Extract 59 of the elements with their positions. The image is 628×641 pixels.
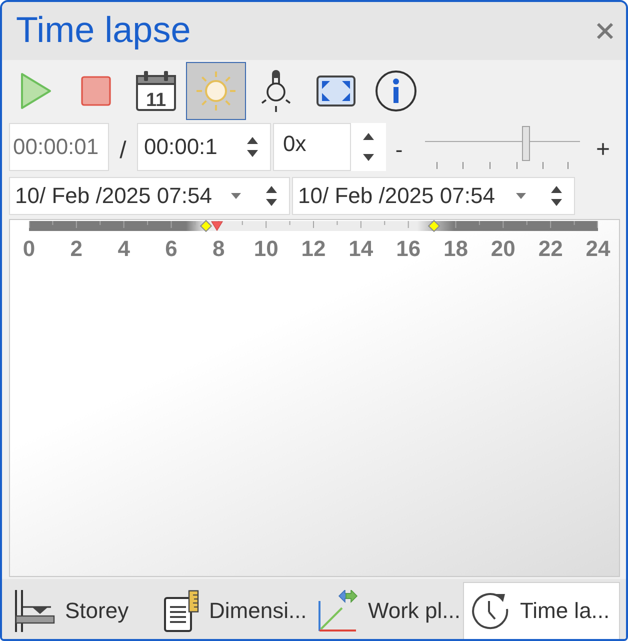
hour-label: 16 [396, 237, 421, 261]
hour-label: 12 [301, 237, 326, 261]
tab[interactable]: Time la... [463, 582, 620, 639]
slider-track[interactable] [425, 124, 580, 170]
spin-up-button[interactable] [363, 133, 374, 140]
caret-up-icon [550, 186, 562, 193]
separator-label: / [118, 136, 128, 165]
tab[interactable]: Dimensi... [152, 582, 311, 639]
sun-button[interactable] [186, 62, 246, 120]
spin-up-button[interactable] [246, 137, 258, 144]
hour-label: 2 [70, 237, 83, 261]
slider-thumb[interactable] [522, 126, 530, 161]
close-icon [596, 22, 614, 40]
window-title: Time lapse [16, 12, 192, 48]
hour-label: 18 [444, 237, 468, 261]
spin-up-button[interactable] [550, 186, 562, 193]
time-handle-icon[interactable] [210, 221, 223, 231]
hour-label: 0 [22, 237, 36, 261]
sun-icon [196, 71, 236, 111]
spin-down-button[interactable] [550, 199, 562, 206]
hour-label: 14 [348, 237, 374, 261]
hour-label: 4 [118, 237, 130, 261]
dropdown-caret-icon[interactable] [516, 193, 526, 199]
caret-down-icon [363, 154, 374, 161]
info-icon [375, 70, 417, 112]
spin-down-button[interactable] [266, 199, 276, 206]
storey-icon [15, 590, 55, 632]
caret-down-icon [550, 199, 562, 206]
plus-label: + [594, 135, 611, 164]
spin-up-button[interactable] [266, 186, 276, 193]
hour-label: 22 [538, 237, 563, 261]
play-icon [20, 72, 52, 110]
hour-label: 24 [586, 237, 610, 261]
date-time-field[interactable]: 10/ Feb /2025 07:54 [292, 177, 575, 215]
hour-label: 6 [165, 237, 178, 261]
stop-icon [81, 76, 111, 106]
light-bulb-icon [260, 70, 292, 112]
hour-label: 20 [490, 237, 516, 261]
caret-up-icon [266, 186, 276, 193]
caret-up-icon [246, 137, 258, 144]
tab[interactable]: Work pl... [311, 582, 463, 639]
dropdown-caret-icon[interactable] [231, 193, 241, 199]
axes-icon [318, 590, 358, 632]
caret-up-icon [363, 133, 374, 140]
hour-label: 8 [212, 237, 225, 261]
close-button[interactable] [596, 22, 614, 40]
date-time-field[interactable]: 10/ Feb /2025 07:54 [9, 177, 290, 215]
caret-down-icon [246, 150, 258, 157]
caret-down-icon [266, 199, 276, 206]
fit-screen-icon [316, 75, 356, 107]
calendar-button[interactable]: 11 [126, 62, 186, 120]
spin-down-button[interactable] [246, 150, 258, 157]
speed-field[interactable]: 0x [273, 123, 351, 171]
minus-label: - [394, 136, 404, 163]
tab[interactable]: Storey [8, 582, 152, 639]
hour-label: 10 [254, 237, 278, 261]
duration-field[interactable]: 00:00:1 [137, 123, 271, 171]
clock-icon [470, 590, 510, 632]
spin-down-button[interactable] [363, 154, 374, 161]
